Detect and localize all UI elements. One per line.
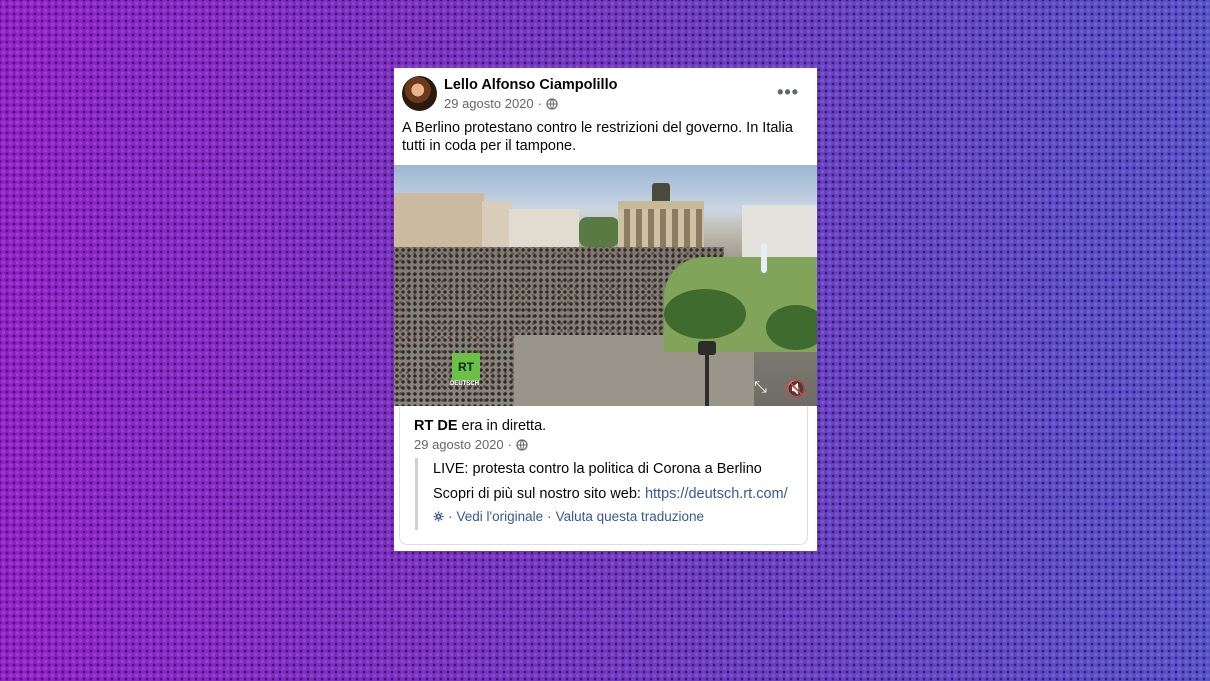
post-caption: A Berlino protestano contro le restrizio… (402, 120, 793, 154)
gear-icon (433, 511, 444, 522)
facebook-post: Lello Alfonso Ciampolillo 29 agosto 2020… (394, 68, 817, 551)
translation-bar: · Vedi l'originale · Valuta questa tradu… (433, 509, 704, 524)
avatar[interactable] (402, 76, 437, 111)
expand-icon[interactable]: ⤡ (754, 379, 767, 397)
shared-meta: 29 agosto 2020 · (414, 437, 528, 452)
shared-date[interactable]: 29 agosto 2020 (414, 437, 504, 452)
rt-logo: RT (452, 353, 480, 381)
rt-logo-subtext: DEUTSCH (450, 381, 480, 387)
globe-icon (546, 97, 558, 110)
separator: · (547, 509, 552, 524)
quadriga (652, 183, 670, 201)
post-meta: 29 agosto 2020 · (444, 96, 558, 111)
shared-header: RT DE era in diretta. (414, 418, 546, 434)
post-date[interactable]: 29 agosto 2020 (444, 96, 534, 111)
globe-icon (516, 438, 528, 451)
mute-icon[interactable]: 🔇 (786, 379, 806, 399)
post-header: Lello Alfonso Ciampolillo 29 agosto 2020… (394, 68, 817, 118)
shared-page-name[interactable]: RT DE (414, 418, 458, 434)
shared-body: Scopri di più sul nostro sito web: https… (433, 486, 788, 502)
separator: · (448, 509, 453, 524)
see-original-link[interactable]: Vedi l'originale (457, 509, 544, 524)
shared-post: RT DE era in diretta. 29 agosto 2020 · L… (399, 406, 808, 545)
rate-translation-link[interactable]: Valuta questa traduzione (556, 509, 704, 524)
meta-separator: · (537, 96, 542, 111)
shared-description: LIVE: protesta contro la politica di Cor… (415, 458, 795, 530)
meta-separator: · (507, 437, 512, 452)
shared-body-prefix: Scopri di più sul nostro sito web: (433, 486, 641, 502)
shared-title: LIVE: protesta contro la politica di Cor… (433, 461, 762, 477)
more-options-icon[interactable]: ••• (777, 82, 799, 103)
video-player[interactable]: RT DEUTSCH ⤡ 🔇 (394, 165, 817, 406)
shared-status: era in diretta. (461, 418, 547, 434)
author-name[interactable]: Lello Alfonso Ciampolillo (444, 77, 617, 93)
brandenburg-gate (618, 201, 704, 251)
street-lamp (705, 347, 709, 406)
shared-link[interactable]: https://deutsch.rt.com/ (645, 486, 788, 502)
